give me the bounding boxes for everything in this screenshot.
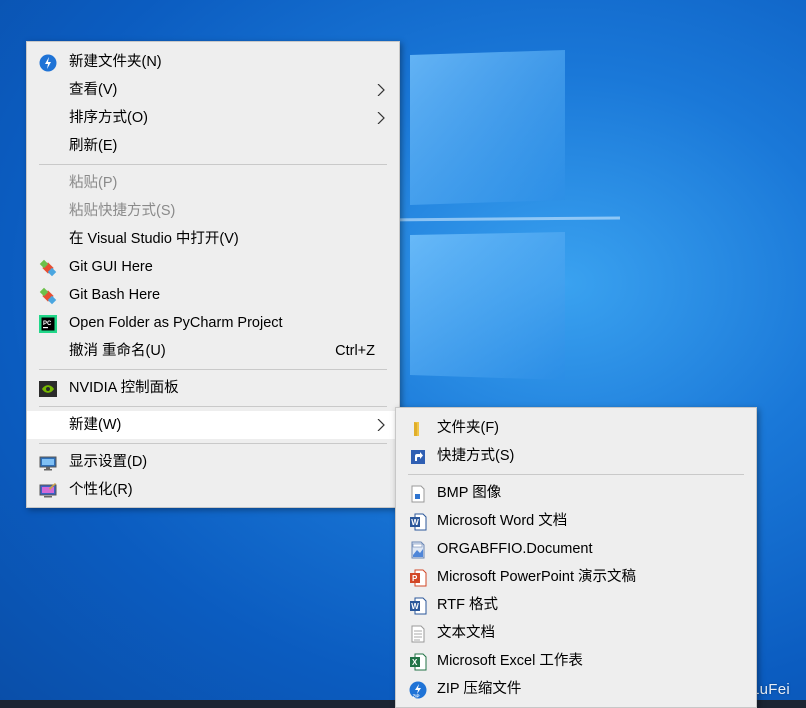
menu-item-label: 个性化(R) <box>69 482 133 498</box>
menu-item-personalize[interactable]: 个性化(R) <box>27 476 399 504</box>
menu-item-label: 撤消 重命名(U) <box>69 343 166 359</box>
svg-text:PC: PC <box>43 321 52 327</box>
desktop-context-menu: 新建文件夹(N) 查看(V) 排序方式(O) 刷新(E) 粘贴(P) 粘贴快捷方… <box>26 41 400 508</box>
submenu-item-rtf[interactable]: W RTF 格式 <box>396 591 756 619</box>
menu-item-display-settings[interactable]: 显示设置(D) <box>27 448 399 476</box>
menu-item-label: RTF 格式 <box>437 597 498 613</box>
submenu-item-shortcut[interactable]: 快捷方式(S) <box>396 442 756 470</box>
menu-item-label: Microsoft Excel 工作表 <box>437 653 583 669</box>
menu-item-label: 在 Visual Studio 中打开(V) <box>69 231 239 247</box>
menu-item-label: Git Bash Here <box>69 287 161 303</box>
pycharm-icon: PC <box>39 315 57 333</box>
submenu-item-powerpoint[interactable]: P Microsoft PowerPoint 演示文稿 <box>396 563 756 591</box>
word-icon: W <box>410 513 427 531</box>
submenu-item-folder[interactable]: 文件夹(F) <box>396 414 756 442</box>
menu-item-label: 文件夹(F) <box>437 420 500 436</box>
git-icon <box>39 259 57 277</box>
chevron-right-icon <box>377 84 385 96</box>
submenu-item-bmp[interactable]: BMP 图像 <box>396 479 756 507</box>
menu-item-label: 粘贴快捷方式(S) <box>69 203 176 219</box>
submenu-item-excel[interactable]: X Microsoft Excel 工作表 <box>396 647 756 675</box>
submenu-item-zip[interactable]: ZIP ZIP 压缩文件 <box>396 675 756 703</box>
menu-item-nvidia-control-panel[interactable]: NVIDIA 控制面板 <box>27 374 399 402</box>
menu-separator <box>408 474 744 475</box>
menu-item-new[interactable]: 新建(W) <box>27 411 399 439</box>
menu-item-label: 显示设置(D) <box>69 454 148 470</box>
folder-icon <box>414 422 419 436</box>
chevron-right-icon <box>377 112 385 124</box>
menu-item-label: ORGABFFIO.Document <box>437 541 593 557</box>
personalize-icon <box>39 483 57 498</box>
menu-item-label: 新建文件夹(N) <box>69 54 162 70</box>
menu-item-label: NVIDIA 控制面板 <box>69 380 179 396</box>
svg-text:P: P <box>412 574 418 583</box>
menu-separator <box>39 406 387 407</box>
menu-separator <box>39 369 387 370</box>
new-submenu: 文件夹(F) 快捷方式(S) BMP 图像 W Microsoft Word 文… <box>395 407 757 708</box>
document-icon <box>411 541 425 559</box>
nvidia-icon <box>39 381 57 397</box>
menu-item-label: 粘贴(P) <box>69 175 118 191</box>
zip-icon: ZIP <box>409 681 427 699</box>
svg-text:X: X <box>412 658 418 667</box>
menu-item-view[interactable]: 查看(V) <box>27 76 399 104</box>
menu-item-label: Microsoft PowerPoint 演示文稿 <box>437 569 637 585</box>
git-icon <box>39 287 57 305</box>
menu-item-git-bash[interactable]: Git Bash Here <box>27 281 399 309</box>
menu-item-shortcut: Ctrl+Z <box>335 343 375 359</box>
svg-text:W: W <box>411 602 419 611</box>
submenu-item-orgabffio-document[interactable]: ORGABFFIO.Document <box>396 535 756 563</box>
excel-icon: X <box>410 653 427 671</box>
menu-item-label: 文本文档 <box>437 625 495 641</box>
menu-item-label: Git GUI Here <box>69 259 153 275</box>
submenu-item-text-document[interactable]: 文本文档 <box>396 619 756 647</box>
menu-item-open-in-visual-studio[interactable]: 在 Visual Studio 中打开(V) <box>27 225 399 253</box>
rtf-icon: W <box>410 597 427 615</box>
menu-item-label: BMP 图像 <box>437 485 502 501</box>
menu-item-label: 刷新(E) <box>69 138 118 154</box>
menu-item-paste-shortcut[interactable]: 粘贴快捷方式(S) <box>27 197 399 225</box>
menu-item-sort-by[interactable]: 排序方式(O) <box>27 104 399 132</box>
menu-separator <box>39 164 387 165</box>
new-folder-icon <box>39 54 57 72</box>
svg-text:ZIP: ZIP <box>413 694 420 699</box>
windows-logo-wallpaper <box>380 50 620 380</box>
powerpoint-icon: P <box>410 569 427 587</box>
menu-item-label: Open Folder as PyCharm Project <box>69 315 283 331</box>
submenu-item-word[interactable]: W Microsoft Word 文档 <box>396 507 756 535</box>
menu-item-label: ZIP 压缩文件 <box>437 681 522 697</box>
menu-separator <box>39 443 387 444</box>
display-icon <box>39 456 57 471</box>
bmp-icon <box>411 485 425 503</box>
menu-item-undo-rename[interactable]: 撤消 重命名(U) Ctrl+Z <box>27 337 399 365</box>
menu-item-label: Microsoft Word 文档 <box>437 513 568 529</box>
menu-item-label: 排序方式(O) <box>69 110 148 126</box>
text-document-icon <box>411 625 425 643</box>
menu-item-label: 查看(V) <box>69 82 118 98</box>
menu-item-label: 快捷方式(S) <box>437 448 515 464</box>
menu-item-paste[interactable]: 粘贴(P) <box>27 169 399 197</box>
menu-item-label: 新建(W) <box>69 417 122 433</box>
menu-item-git-gui[interactable]: Git GUI Here <box>27 253 399 281</box>
svg-text:W: W <box>411 518 419 527</box>
menu-item-open-pycharm[interactable]: PC Open Folder as PyCharm Project <box>27 309 399 337</box>
menu-item-new-folder[interactable]: 新建文件夹(N) <box>27 48 399 76</box>
shortcut-icon <box>411 450 425 464</box>
chevron-right-icon <box>377 419 385 431</box>
menu-item-refresh[interactable]: 刷新(E) <box>27 132 399 160</box>
